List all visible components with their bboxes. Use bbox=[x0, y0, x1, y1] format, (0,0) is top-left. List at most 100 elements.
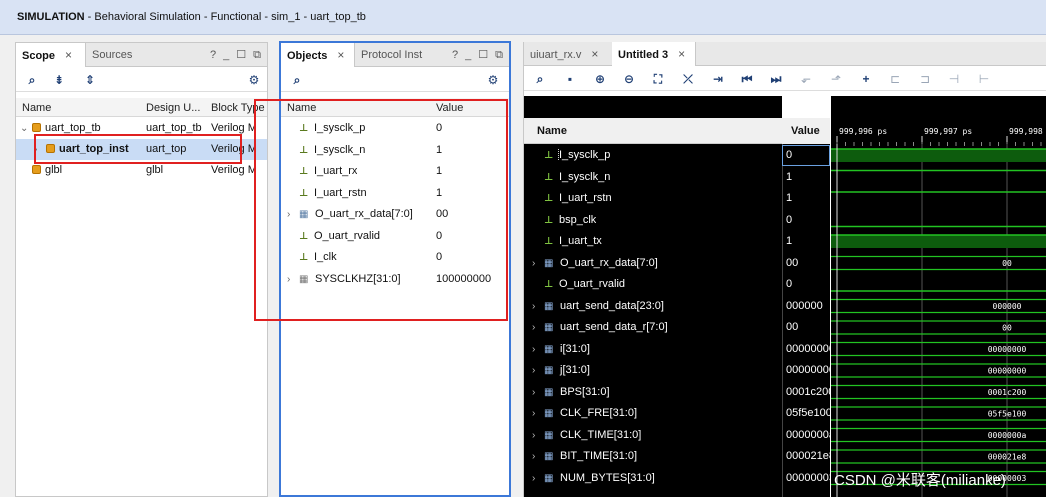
help-icon[interactable]: ? bbox=[210, 49, 216, 61]
object-row[interactable]: › ▦ SYSCLKHZ[31:0] 100000000 bbox=[281, 269, 509, 290]
close-icon[interactable]: × bbox=[337, 48, 344, 62]
wave-row[interactable]: ⊥ I_uart_tx 1 bbox=[524, 231, 830, 252]
go-to-end-icon[interactable]: ⏭ bbox=[768, 71, 784, 87]
object-row[interactable]: ⊥ I_sysclk_p 0 bbox=[281, 118, 509, 139]
minimize-icon[interactable]: _ bbox=[465, 49, 471, 61]
swap-cursor-icon[interactable]: ⊣ bbox=[946, 71, 962, 87]
waveform-canvas[interactable]: 999,996 ps 999,997 ps 999,9980000000000000… bbox=[831, 96, 1046, 497]
tab-untitled-3[interactable]: Untitled 3 × bbox=[612, 42, 696, 66]
chevron-right-icon[interactable]: › bbox=[532, 365, 544, 376]
wave-row[interactable]: ⊥ I_uart_rstn 1 bbox=[524, 188, 830, 209]
chevron-right-icon[interactable]: › bbox=[287, 274, 299, 285]
object-name: SYSCLKHZ[31:0] bbox=[315, 272, 401, 285]
next-marker-icon[interactable]: ⊐ bbox=[917, 71, 933, 87]
object-name: I_clk bbox=[314, 251, 337, 263]
zoom-in-icon[interactable]: ⊕ bbox=[592, 71, 608, 87]
object-row[interactable]: ⊥ I_uart_rx 1 bbox=[281, 161, 509, 182]
column-name[interactable]: Name bbox=[287, 102, 316, 114]
prev-transition-icon[interactable]: ⬐ bbox=[798, 71, 814, 87]
wave-row[interactable]: › ▦ CLK_FRE[31:0] 05f5e100 bbox=[524, 403, 830, 424]
chevron-right-icon[interactable]: › bbox=[532, 258, 544, 269]
object-name: O_uart_rvalid bbox=[314, 229, 381, 242]
close-icon[interactable]: × bbox=[65, 48, 72, 62]
wave-row[interactable]: ⊥ bsp_clk 0 bbox=[524, 210, 830, 231]
prev-marker-icon[interactable]: ⊏ bbox=[887, 71, 903, 87]
maximize-icon[interactable]: ☐ bbox=[236, 49, 246, 61]
object-value: 1 bbox=[436, 165, 443, 177]
object-row[interactable]: › ▦ O_uart_rx_data[7:0] 00 bbox=[281, 204, 509, 225]
objects-window-controls: ? _ ☐ ⧉ bbox=[445, 43, 503, 67]
object-row[interactable]: ⊥ I_uart_rstn 1 bbox=[281, 183, 509, 204]
chevron-right-icon[interactable]: › bbox=[532, 301, 544, 312]
column-block-type[interactable]: Block Type bbox=[211, 102, 266, 114]
minimize-icon[interactable]: _ bbox=[223, 49, 229, 61]
float-icon[interactable]: ⧉ bbox=[495, 49, 503, 61]
scope-row[interactable]: glbl glbl Verilog M bbox=[16, 160, 267, 181]
wave-row[interactable]: ›▦ i[31:0] 00000000 bbox=[524, 339, 830, 360]
snap-icon[interactable]: ⊢ bbox=[976, 71, 992, 87]
object-row[interactable]: ⊥ I_sysclk_n 1 bbox=[281, 140, 509, 161]
zoom-out-icon[interactable]: ⊖ bbox=[621, 71, 637, 87]
float-icon[interactable]: ⧉ bbox=[253, 49, 261, 61]
value-cursor-box bbox=[782, 145, 830, 166]
tab-uiuart-rx[interactable]: uiuart_rx.v × bbox=[524, 42, 604, 66]
wave-signal-value: 00000003 bbox=[786, 471, 830, 484]
tab-sources[interactable]: Sources bbox=[86, 43, 138, 67]
save-icon[interactable]: ▪ bbox=[562, 71, 578, 87]
wave-signal-value: 000000 bbox=[786, 299, 823, 312]
bus-value-label: 05f5e100 bbox=[988, 410, 1027, 419]
chevron-right-icon[interactable]: › bbox=[532, 473, 544, 484]
chevron-right-icon[interactable]: › bbox=[287, 209, 299, 220]
close-icon[interactable]: × bbox=[591, 47, 598, 61]
collapse-all-icon[interactable]: ⇟ bbox=[51, 72, 67, 88]
search-icon[interactable]: ⌕ bbox=[24, 72, 40, 88]
chevron-right-icon[interactable]: › bbox=[532, 430, 544, 441]
go-to-start-icon[interactable]: ⏮ bbox=[739, 71, 755, 87]
close-icon[interactable]: × bbox=[678, 47, 685, 61]
tab-scope[interactable]: Scope × bbox=[16, 43, 86, 67]
wave-row[interactable]: ⊥ O_uart_rvalid 0 bbox=[524, 274, 830, 295]
search-icon[interactable]: ⌕ bbox=[289, 72, 305, 88]
tab-protocol-inst[interactable]: Protocol Inst bbox=[355, 43, 428, 67]
wave-signal-name: CLK_FRE[31:0] bbox=[560, 407, 638, 419]
chevron-right-icon[interactable]: › bbox=[532, 451, 544, 462]
gear-icon[interactable]: ⚙ bbox=[246, 72, 262, 88]
cursor-icon[interactable]: ⤫ bbox=[680, 71, 696, 87]
gear-icon[interactable]: ⚙ bbox=[485, 72, 501, 88]
wave-row[interactable]: › ▦ uart_send_data[23:0] 000000 bbox=[524, 296, 830, 317]
signal-icon: ⊥ bbox=[299, 187, 309, 199]
add-marker-icon[interactable]: ⇥ bbox=[710, 71, 726, 87]
chevron-down-icon[interactable]: ⌄ bbox=[20, 123, 32, 134]
chevron-right-icon[interactable]: › bbox=[532, 408, 544, 419]
zoom-fit-icon[interactable]: ⛶ bbox=[650, 71, 666, 87]
column-design-unit[interactable]: Design U... bbox=[146, 102, 204, 114]
chevron-right-icon[interactable]: › bbox=[34, 144, 46, 155]
wave-row[interactable]: ›▦ NUM_BYTES[31:0] 00000003 bbox=[524, 468, 830, 489]
scope-row-selected[interactable]: › uart_top_inst uart_top Verilog M bbox=[16, 139, 267, 160]
column-name[interactable]: Name bbox=[22, 102, 51, 114]
wave-row[interactable]: ›▦ BIT_TIME[31:0] 000021e8 bbox=[524, 446, 830, 467]
sort-icon[interactable]: ⇕ bbox=[82, 72, 98, 88]
chevron-right-icon[interactable]: › bbox=[532, 322, 544, 333]
column-name[interactable]: Name bbox=[537, 125, 567, 137]
search-icon[interactable]: ⌕ bbox=[532, 71, 548, 87]
chevron-right-icon[interactable]: › bbox=[532, 387, 544, 398]
object-row[interactable]: ⊥ I_clk 0 bbox=[281, 247, 509, 268]
maximize-icon[interactable]: ☐ bbox=[478, 49, 488, 61]
wave-row[interactable]: ›▦ CLK_TIME[31:0] 0000000a bbox=[524, 425, 830, 446]
wave-row[interactable]: › ▦ uart_send_data_r[7:0] 00 bbox=[524, 317, 830, 338]
wave-row[interactable]: › ▦ BPS[31:0] 0001c200 bbox=[524, 382, 830, 403]
wave-row[interactable]: ›▦ j[31:0] 00000000 bbox=[524, 360, 830, 381]
wave-row[interactable]: ⊥ I_sysclk_n 1 bbox=[524, 167, 830, 188]
object-row[interactable]: ⊥ O_uart_rvalid 0 bbox=[281, 226, 509, 247]
chevron-right-icon[interactable]: › bbox=[532, 344, 544, 355]
wave-row[interactable]: › ▦ O_uart_rx_data[7:0] 00 bbox=[524, 253, 830, 274]
tab-objects[interactable]: Objects × bbox=[281, 43, 355, 67]
add-marker-plus-icon[interactable]: + bbox=[858, 71, 874, 87]
scope-row[interactable]: ⌄ uart_top_tb uart_top_tb Verilog M bbox=[16, 118, 267, 139]
help-icon[interactable]: ? bbox=[452, 49, 458, 61]
column-value[interactable]: Value bbox=[436, 102, 463, 114]
next-transition-icon[interactable]: ⬏ bbox=[828, 71, 844, 87]
wave-toolbar: ⌕ ▪ ⊕ ⊖ ⛶ ⤫ ⇥ ⏮ ⏭ ⬐ ⬏ + ⊏ ⊐ ⊣ ⊢ bbox=[524, 67, 1046, 91]
wave-signal-value: 0 bbox=[786, 213, 793, 226]
